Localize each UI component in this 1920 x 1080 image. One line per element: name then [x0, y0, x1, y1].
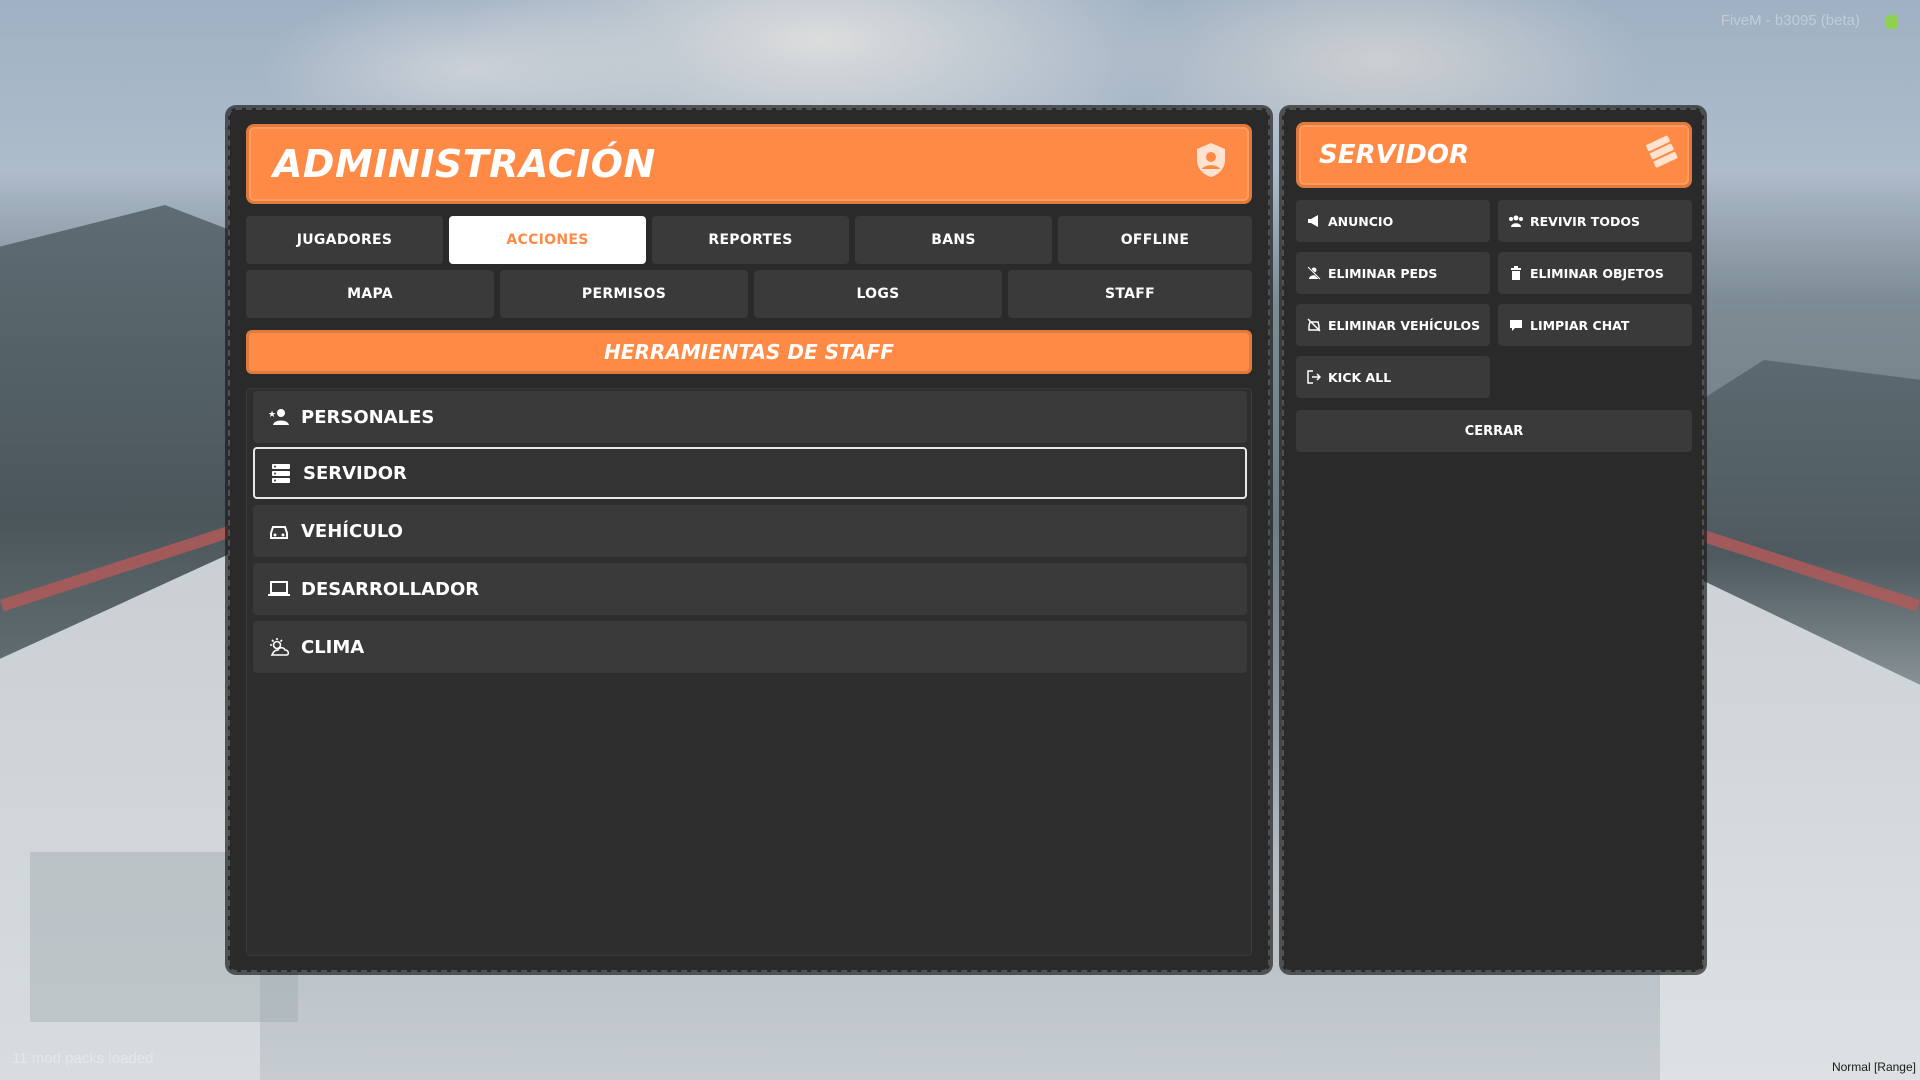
shield-user-icon: [1191, 140, 1231, 189]
eliminar-vehiculos-label: ELIMINAR VEHÍCULOS: [1328, 317, 1481, 333]
chat-icon: [1508, 317, 1524, 333]
fivem-version-text: FiveM - b3095 (beta): [1720, 12, 1860, 29]
trash-icon: [1508, 265, 1524, 281]
list-item-servidor[interactable]: SERVIDOR: [253, 447, 1247, 499]
server-title: SERVIDOR: [1319, 140, 1470, 170]
user-star-icon: ★: [267, 405, 291, 429]
kick-all-label: KICK ALL: [1328, 369, 1392, 385]
tab-bans[interactable]: BANS: [855, 216, 1052, 264]
weather-icon: [267, 635, 291, 659]
server-icon: [269, 461, 293, 485]
server-icon: [1645, 135, 1679, 176]
tab-logs[interactable]: LOGS: [754, 270, 1002, 318]
server-panel: SERVIDOR ANUNCIO REVIVIR TODOS ELIMINAR …: [1282, 108, 1704, 972]
tab-offline[interactable]: OFFLINE: [1058, 216, 1252, 264]
tab-staff[interactable]: STAFF: [1008, 270, 1252, 318]
eliminar-vehiculos-button[interactable]: ELIMINAR VEHÍCULOS: [1296, 304, 1490, 346]
laptop-icon: [267, 577, 291, 601]
list-item-clima[interactable]: CLIMA: [253, 621, 1247, 673]
tab-jugadores[interactable]: JUGADORES: [246, 216, 443, 264]
list-item-vehiculo[interactable]: VEHÍCULO: [253, 505, 1247, 557]
list-item-label: VEHÍCULO: [301, 520, 403, 542]
mod-packs-text: 11 mod packs loaded: [12, 1050, 154, 1067]
list-item-label: PERSONALES: [301, 406, 435, 428]
eliminar-objetos-button[interactable]: ELIMINAR OBJETOS: [1498, 252, 1692, 294]
tab-mapa[interactable]: MAPA: [246, 270, 494, 318]
limpiar-chat-button[interactable]: LIMPIAR CHAT: [1498, 304, 1692, 346]
eliminar-peds-label: ELIMINAR PEDS: [1328, 265, 1438, 281]
kick-all-button[interactable]: KICK ALL: [1296, 356, 1490, 398]
eliminar-objetos-label: ELIMINAR OBJETOS: [1530, 265, 1664, 281]
user-remove-icon: [1306, 265, 1322, 281]
revivir-todos-label: REVIVIR TODOS: [1530, 213, 1640, 229]
list-item-label: CLIMA: [301, 636, 365, 658]
list-item-desarrollador[interactable]: DESARROLLADOR: [253, 563, 1247, 615]
admin-title: ADMINISTRACIÓN: [273, 142, 656, 186]
users-icon: [1508, 213, 1524, 229]
list-item-label: DESARROLLADOR: [301, 578, 480, 600]
tab-permisos[interactable]: PERMISOS: [500, 270, 748, 318]
megaphone-icon: [1306, 213, 1322, 229]
tab-acciones[interactable]: ACCIONES: [449, 216, 646, 264]
voice-range-text: Normal [Range]: [1831, 1060, 1916, 1074]
admin-panel: ADMINISTRACIÓN JUGADORES ACCIONES REPORT…: [228, 108, 1270, 972]
revivir-todos-button[interactable]: REVIVIR TODOS: [1498, 200, 1692, 242]
anuncio-button[interactable]: ANUNCIO: [1296, 200, 1490, 242]
limpiar-chat-label: LIMPIAR CHAT: [1530, 317, 1630, 333]
status-indicator-icon: [1886, 15, 1898, 29]
staff-tools-list: ★ PERSONALES SERVIDOR VEHÍCULO DESARROLL…: [246, 388, 1252, 956]
anuncio-label: ANUNCIO: [1328, 213, 1394, 229]
server-header: SERVIDOR: [1296, 122, 1692, 188]
section-title: HERRAMIENTAS DE STAFF: [246, 330, 1252, 374]
eliminar-peds-button[interactable]: ELIMINAR PEDS: [1296, 252, 1490, 294]
admin-header: ADMINISTRACIÓN: [246, 124, 1252, 204]
tab-reportes[interactable]: REPORTES: [652, 216, 849, 264]
list-item-personales[interactable]: ★ PERSONALES: [253, 391, 1247, 443]
cerrar-button[interactable]: CERRAR: [1296, 410, 1692, 452]
svg-text:★: ★: [268, 410, 276, 420]
car-icon: [267, 519, 291, 543]
list-item-label: SERVIDOR: [303, 462, 407, 484]
car-off-icon: [1306, 317, 1322, 333]
logout-icon: [1306, 369, 1322, 385]
